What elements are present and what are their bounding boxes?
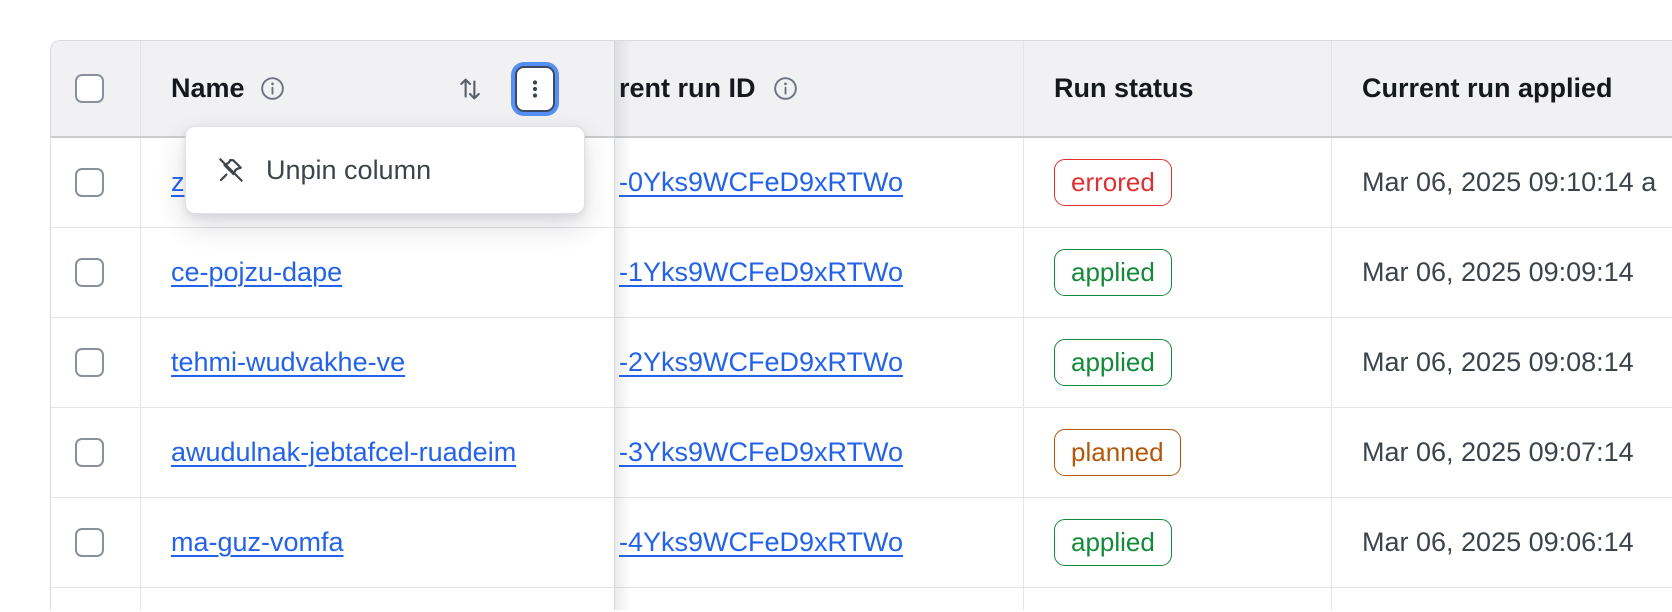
applied-timestamp: Mar 06, 2025 09:06:14 <box>1362 527 1634 558</box>
current-run-applied-column-label: Current run applied <box>1362 73 1613 104</box>
workspace-row: tehmi-wudvakhe-ve -2Yks9WCFeD9xRTWo appl… <box>51 318 1672 408</box>
workspace-row: awudulnak-jebtafcel-ruadeim -3Yks9WCFeD9… <box>51 408 1672 498</box>
workspace-name-link[interactable]: awudulnak-jebtafcel-ruadeim <box>171 437 516 468</box>
header-current-run-applied-cell: Current run applied <box>1332 41 1672 136</box>
header-select-cell <box>51 41 141 136</box>
row-checkbox[interactable] <box>75 438 104 467</box>
sort-icon[interactable] <box>455 74 485 104</box>
run-id-link[interactable]: -2Yks9WCFeD9xRTWo <box>619 347 903 378</box>
run-status-badge: applied <box>1054 249 1172 296</box>
run-id-column-label: rent run ID <box>619 73 756 104</box>
row-checkbox[interactable] <box>75 258 104 287</box>
row-checkbox[interactable] <box>75 528 104 557</box>
header-run-status-cell: Run status <box>1024 41 1332 136</box>
run-id-link[interactable]: -1Yks9WCFeD9xRTWo <box>619 257 903 288</box>
run-id-link[interactable]: -4Yks9WCFeD9xRTWo <box>619 527 903 558</box>
select-all-checkbox[interactable] <box>75 74 104 103</box>
header-name-cell: Name <box>141 41 615 136</box>
run-status-badge: planned <box>1054 429 1181 476</box>
applied-timestamp: Mar 06, 2025 09:10:14 a <box>1362 167 1656 198</box>
column-menu-popover: Unpin column <box>185 126 585 214</box>
row-checkbox[interactable] <box>75 168 104 197</box>
name-column-label: Name <box>171 73 245 104</box>
run-id-link[interactable]: -3Yks9WCFeD9xRTWo <box>619 437 903 468</box>
info-icon[interactable] <box>259 75 286 102</box>
run-status-column-label: Run status <box>1054 73 1194 104</box>
run-status-badge: applied <box>1054 339 1172 386</box>
workspace-name-link[interactable]: ce-pojzu-dape <box>171 257 342 288</box>
header-run-id-cell: rent run ID <box>615 41 1024 136</box>
menu-item-unpin-column[interactable]: Unpin column <box>186 127 584 213</box>
pin-off-icon <box>216 155 246 185</box>
run-id-link[interactable]: -0Yks9WCFeD9xRTWo <box>619 167 903 198</box>
column-menu-button[interactable] <box>515 66 555 112</box>
info-icon[interactable] <box>772 75 799 102</box>
workspace-name-link[interactable]: z <box>171 167 185 198</box>
applied-timestamp: Mar 06, 2025 09:07:14 <box>1362 437 1634 468</box>
workspace-row: ma-guz-vomfa -4Yks9WCFeD9xRTWo applied M… <box>51 498 1672 588</box>
run-status-badge: errored <box>1054 159 1172 206</box>
run-status-badge: applied <box>1054 519 1172 566</box>
workspace-name-link[interactable]: tehmi-wudvakhe-ve <box>171 347 405 378</box>
row-checkbox[interactable] <box>75 348 104 377</box>
workspace-name-link[interactable]: ma-guz-vomfa <box>171 527 344 558</box>
menu-item-label: Unpin column <box>266 155 431 186</box>
applied-timestamp: Mar 06, 2025 09:09:14 <box>1362 257 1634 288</box>
workspace-row: ce-pojzu-dape -1Yks9WCFeD9xRTWo applied … <box>51 228 1672 318</box>
applied-timestamp: Mar 06, 2025 09:08:14 <box>1362 347 1634 378</box>
table-header: Name <box>51 41 1672 138</box>
workspace-row-partial <box>51 588 1672 610</box>
kebab-menu-icon <box>523 77 547 101</box>
